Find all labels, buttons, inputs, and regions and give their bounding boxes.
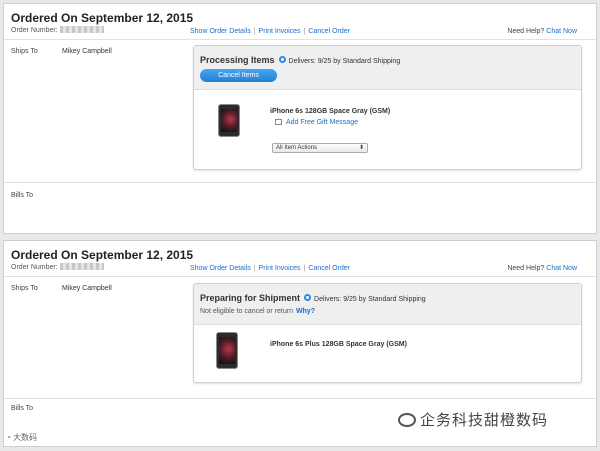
order-date-title: Ordered On September 12, 2015 [11, 248, 194, 262]
ships-to-label: Ships To [11, 285, 38, 292]
gift-message-label: Add Free Gift Message [286, 119, 358, 126]
order-header: Ordered On September 12, 2015 Order Numb… [4, 4, 596, 40]
order-card-1: Ordered On September 12, 2015 Order Numb… [3, 3, 597, 234]
phone-image [218, 104, 240, 137]
gift-icon [275, 119, 282, 125]
item-actions-value: All Item Actions [276, 145, 318, 151]
show-order-details-link[interactable]: Show Order Details [190, 265, 251, 272]
status-label: Processing Items [200, 55, 275, 65]
watermark: 企务科技甜橙数码 [398, 409, 548, 430]
shipment-status: Preparing for Shipment Delivers: 9/25 by … [200, 293, 426, 303]
bills-to-label: Bills To [11, 192, 34, 199]
section-divider [4, 182, 596, 183]
section-divider [4, 398, 596, 399]
cancel-order-link[interactable]: Cancel Order [308, 28, 350, 35]
cancel-note: Not eligible to cancel or return Why? [200, 308, 315, 315]
cancel-note-text: Not eligible to cancel or return [200, 308, 293, 315]
delivery-estimate: Delivers: 9/25 by Standard Shipping [314, 296, 426, 303]
order-number-label: Order Number: [11, 264, 58, 271]
need-help-label: Need Help? [507, 28, 545, 35]
order-links: Show Order Details | Print Invoices | Cancel… [190, 28, 350, 35]
cancel-order-link[interactable]: Cancel Order [308, 265, 350, 272]
why-link[interactable]: Why? [296, 308, 315, 315]
corner-watermark: ◔ 大数码 [6, 432, 37, 443]
info-icon[interactable] [278, 56, 286, 63]
link-separator: | [303, 28, 306, 35]
show-order-details-link[interactable]: Show Order Details [190, 28, 251, 35]
cancel-items-button[interactable]: Cancel Items [200, 69, 277, 82]
shipment-box: Preparing for Shipment Delivers: 9/25 by … [193, 283, 582, 383]
help: Need Help? Chat Now [507, 28, 577, 35]
shipment-header: Processing Items Delivers: 9/25 by Standa… [194, 46, 581, 90]
wechat-icon [398, 413, 416, 427]
order-number: Order Number: [11, 26, 104, 34]
chat-now-link[interactable]: Chat Now [546, 265, 577, 272]
chevron-updown-icon: ⬍ [358, 145, 364, 151]
order-header: Ordered On September 12, 2015 Order Numb… [4, 241, 596, 277]
gift-message-link[interactable]: Add Free Gift Message [275, 119, 358, 126]
order-links: Show Order Details | Print Invoices | Cancel… [190, 265, 350, 272]
corner-watermark-text: 大数码 [13, 433, 38, 442]
order-date-title: Ordered On September 12, 2015 [11, 11, 194, 25]
link-separator: | [253, 265, 256, 272]
watermark-text: 企务科技甜橙数码 [420, 412, 549, 429]
product-name: iPhone 6s Plus 128GB Space Gray (GSM) [270, 341, 407, 348]
info-icon[interactable] [304, 294, 312, 301]
ships-to-label: Ships To [11, 48, 38, 55]
phone-image [216, 332, 238, 369]
status-label: Preparing for Shipment [200, 293, 301, 303]
need-help-label: Need Help? [507, 265, 545, 272]
print-invoices-link[interactable]: Print Invoices [259, 28, 301, 35]
order-number-label: Order Number: [11, 27, 58, 34]
order-number-masked [59, 26, 104, 33]
product-name: iPhone 6s 128GB Space Gray (GSM) [270, 108, 391, 115]
order-number-masked [59, 263, 104, 270]
chat-now-link[interactable]: Chat Now [546, 28, 577, 35]
item-actions-select[interactable]: All Item Actions ⬍ [272, 143, 368, 153]
print-invoices-link[interactable]: Print Invoices [259, 265, 301, 272]
order-number: Order Number: [11, 263, 104, 271]
delivery-estimate: Delivers: 9/25 by Standard Shipping [288, 58, 401, 65]
ships-to-name: Mikey Campbell [62, 48, 112, 55]
ships-to-name: Mikey Campbell [62, 285, 112, 292]
weibo-icon: ◔ [6, 433, 14, 442]
link-separator: | [253, 28, 256, 35]
link-separator: | [303, 265, 306, 272]
help: Need Help? Chat Now [507, 265, 577, 272]
shipment-box: Processing Items Delivers: 9/25 by Standa… [193, 45, 582, 170]
shipment-header: Preparing for Shipment Delivers: 9/25 by … [194, 284, 581, 325]
bills-to-label: Bills To [11, 405, 34, 412]
shipment-status: Processing Items Delivers: 9/25 by Standa… [200, 55, 400, 65]
